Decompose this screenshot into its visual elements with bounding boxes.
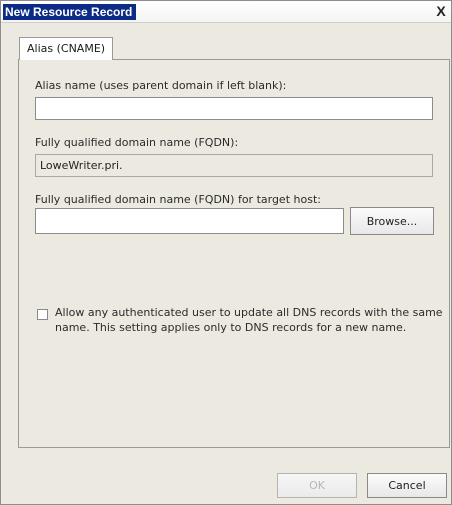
cancel-button[interactable]: Cancel [367,473,447,498]
dialog-window: New Resource Record X Alias (CNAME) Alia… [0,0,452,505]
update-permission-line-1: Allow any authenticated user to update a… [55,306,443,319]
fqdn-field: LoweWriter.pri. [35,154,433,177]
ok-button[interactable]: OK [277,473,357,498]
close-icon[interactable]: X [434,3,448,19]
target-host-input[interactable] [35,208,344,234]
update-permission-label[interactable]: Allow any authenticated user to update a… [55,305,452,335]
fqdn-label: Fully qualified domain name (FQDN): [35,136,239,149]
window-title: New Resource Record [3,4,137,20]
alias-name-input[interactable] [35,97,433,120]
target-host-label: Fully qualified domain name (FQDN) for t… [35,193,321,206]
title-bar: New Resource Record X [1,1,451,23]
browse-button[interactable]: Browse... [350,207,434,235]
update-permission-checkbox[interactable] [37,309,48,320]
alias-name-label: Alias name (uses parent domain if left b… [35,79,287,92]
tab-alias-cname[interactable]: Alias (CNAME) [19,37,114,60]
tab-panel: Alias name (uses parent domain if left b… [18,59,450,448]
update-permission-line-2: name. This setting applies only to DNS r… [55,321,407,334]
